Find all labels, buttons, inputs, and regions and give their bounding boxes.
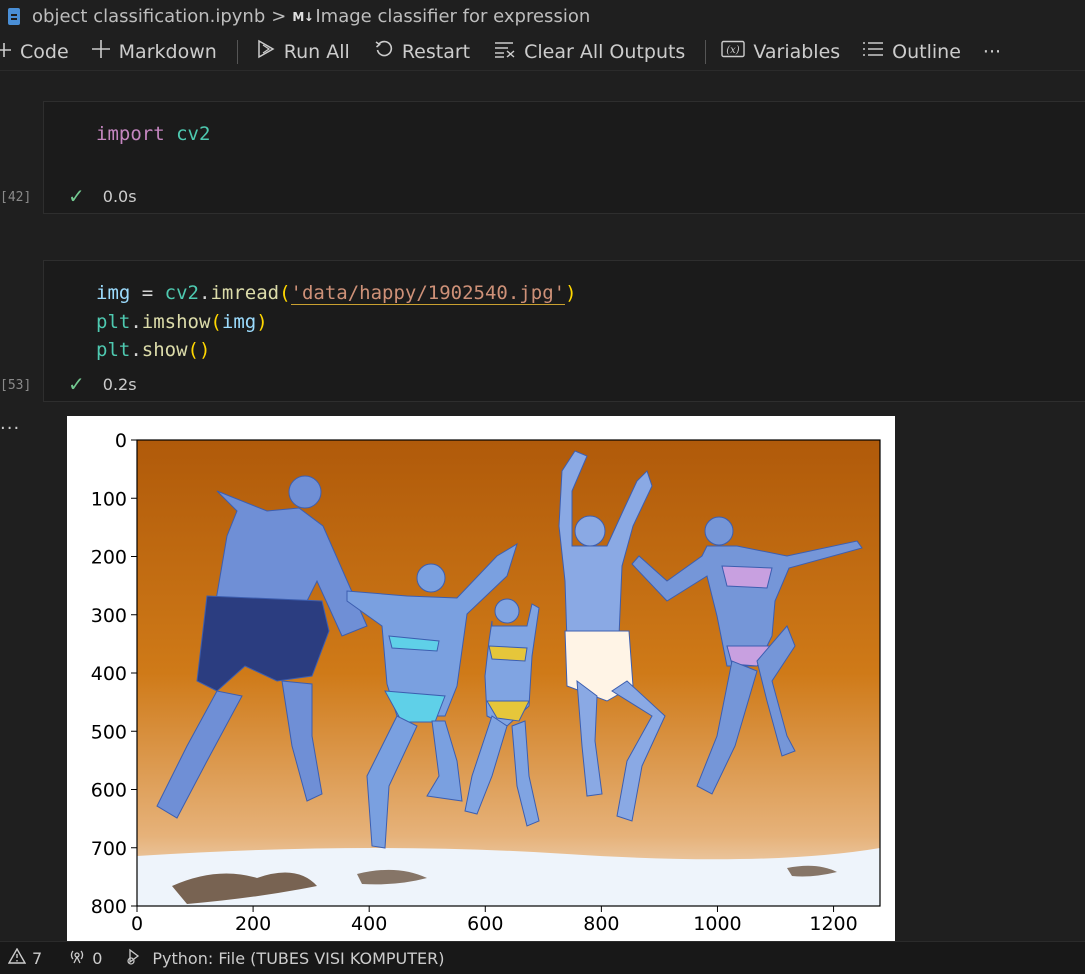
problems-indicator[interactable]: 7 [7, 947, 43, 968]
string-token: 'data/happy/1902540.jpg' [290, 282, 566, 305]
output-figure: 0 200 400 600 800 1000 1200 0 100 200 300 400 500 60… [67, 416, 895, 942]
y-tick-label: 100 [91, 488, 127, 510]
dot-token: . [130, 339, 142, 361]
x-axis: 0 200 400 600 800 1000 1200 [131, 906, 858, 935]
check-icon: ✓ [68, 184, 85, 208]
output-more-actions[interactable]: ··· [0, 418, 20, 439]
function-token: imread [210, 282, 280, 304]
breadcrumb-file-name[interactable]: object classification.ipynb [32, 6, 265, 27]
more-actions-button[interactable]: ··· [983, 33, 1001, 71]
add-markdown-label: Markdown [118, 40, 217, 63]
paren-token: ( [279, 282, 291, 304]
operator-token: = [130, 282, 165, 304]
beach-jump-photo [136, 439, 881, 907]
kernel-selector[interactable]: Python: File (TUBES VISI KOMPUTER) [126, 947, 444, 969]
y-tick-label: 400 [91, 663, 127, 685]
paren-token: ) [565, 282, 577, 304]
plus-icon [91, 39, 111, 64]
clear-all-outputs-button[interactable]: Clear All Outputs [494, 33, 685, 71]
paren-token: ) [256, 310, 268, 333]
variable-token: img [221, 310, 257, 333]
module-token: cv2 [176, 123, 211, 145]
x-tick-label: 400 [351, 913, 387, 935]
clear-all-icon [494, 40, 516, 63]
python-kernel-icon [126, 947, 146, 969]
x-tick-label: 1000 [693, 913, 741, 935]
more-icon: ··· [982, 40, 1002, 63]
x-tick-label: 200 [235, 913, 271, 935]
paren-token: () [187, 339, 211, 361]
cell-status: ✓ 0.2s [68, 372, 137, 396]
module-token: plt [96, 339, 131, 361]
add-code-label: Code [20, 40, 69, 63]
execution-count: [53] [0, 378, 32, 393]
keyword-token: import [96, 123, 165, 145]
y-axis: 0 100 200 300 400 500 600 700 800 [91, 430, 137, 918]
execution-count: [42] [0, 190, 32, 205]
x-tick-label: 800 [583, 913, 619, 935]
restart-label: Restart [401, 40, 471, 63]
module-token: cv2 [164, 282, 199, 304]
y-tick-label: 300 [91, 605, 127, 627]
matplotlib-figure: 0 200 400 600 800 1000 1200 0 100 200 300 400 500 60… [91, 430, 881, 935]
notebook-toolbar: Code Markdown Run All Restart Clear All … [0, 33, 1085, 71]
restart-button[interactable]: Restart [374, 33, 470, 71]
y-tick-label: 0 [115, 430, 127, 452]
markdown-icon: M↓ [292, 9, 314, 24]
y-tick-label: 600 [91, 780, 127, 802]
execution-time: 0.2s [102, 374, 137, 394]
code-cell[interactable]: img = cv2.imread('data/happy/1902540.jpg… [43, 260, 1085, 402]
warning-icon [7, 947, 27, 968]
notebook-file-icon [8, 8, 20, 25]
toolbar-divider [236, 39, 238, 64]
cell-code[interactable]: import cv2 [96, 120, 210, 149]
add-markdown-cell-button[interactable]: Markdown [91, 33, 217, 71]
outline-icon [862, 40, 884, 63]
breadcrumb-separator: > [271, 6, 287, 27]
cell-status: ✓ 0.0s [68, 184, 137, 208]
y-tick-label: 800 [91, 896, 127, 918]
dot-token: . [130, 310, 142, 333]
x-tick-label: 0 [131, 913, 143, 935]
clear-all-outputs-label: Clear All Outputs [524, 40, 686, 63]
execution-time: 0.0s [102, 186, 137, 206]
dot-token: . [198, 282, 211, 304]
status-bar: 7 0 Python: File (TUBES VISI KOMPUTER) [0, 941, 1085, 974]
variable-token: img [96, 282, 131, 304]
function-token: imshow [141, 310, 211, 333]
x-tick-label: 600 [467, 913, 503, 935]
add-code-cell-button[interactable]: Code [0, 33, 69, 71]
svg-text:(x): (x) [727, 45, 741, 56]
cell-code[interactable]: img = cv2.imread('data/happy/1902540.jpg… [96, 279, 577, 365]
y-tick-label: 200 [91, 547, 127, 569]
y-tick-label: 500 [91, 721, 127, 743]
plus-icon [0, 41, 12, 63]
x-tick-label: 1200 [809, 913, 857, 935]
toolbar-divider [705, 39, 707, 64]
outline-button[interactable]: Outline [862, 33, 961, 71]
kernel-label: Python: File (TUBES VISI KOMPUTER) [152, 948, 445, 968]
y-tick-label: 700 [91, 838, 127, 860]
ports-count: 0 [92, 948, 103, 968]
run-all-label: Run All [283, 40, 350, 63]
check-icon: ✓ [68, 372, 85, 396]
warnings-count: 7 [32, 948, 43, 968]
function-token: show [141, 339, 188, 361]
run-all-button[interactable]: Run All [256, 33, 350, 71]
restart-icon [374, 39, 394, 64]
broadcast-icon [68, 948, 86, 968]
variables-button[interactable]: (x) Variables [721, 33, 840, 71]
outline-label: Outline [892, 40, 961, 63]
breadcrumb: object classification.ipynb > M↓ Image c… [0, 0, 1085, 33]
variables-icon: (x) [721, 40, 746, 63]
code-cell[interactable]: import cv2 [43, 101, 1085, 214]
module-token: plt [96, 310, 131, 333]
paren-token: ( [210, 310, 222, 333]
variables-label: Variables [753, 40, 841, 63]
run-all-icon [256, 39, 276, 64]
breadcrumb-section-title[interactable]: Image classifier for expression [315, 6, 590, 27]
ports-indicator[interactable]: 0 [68, 948, 102, 968]
